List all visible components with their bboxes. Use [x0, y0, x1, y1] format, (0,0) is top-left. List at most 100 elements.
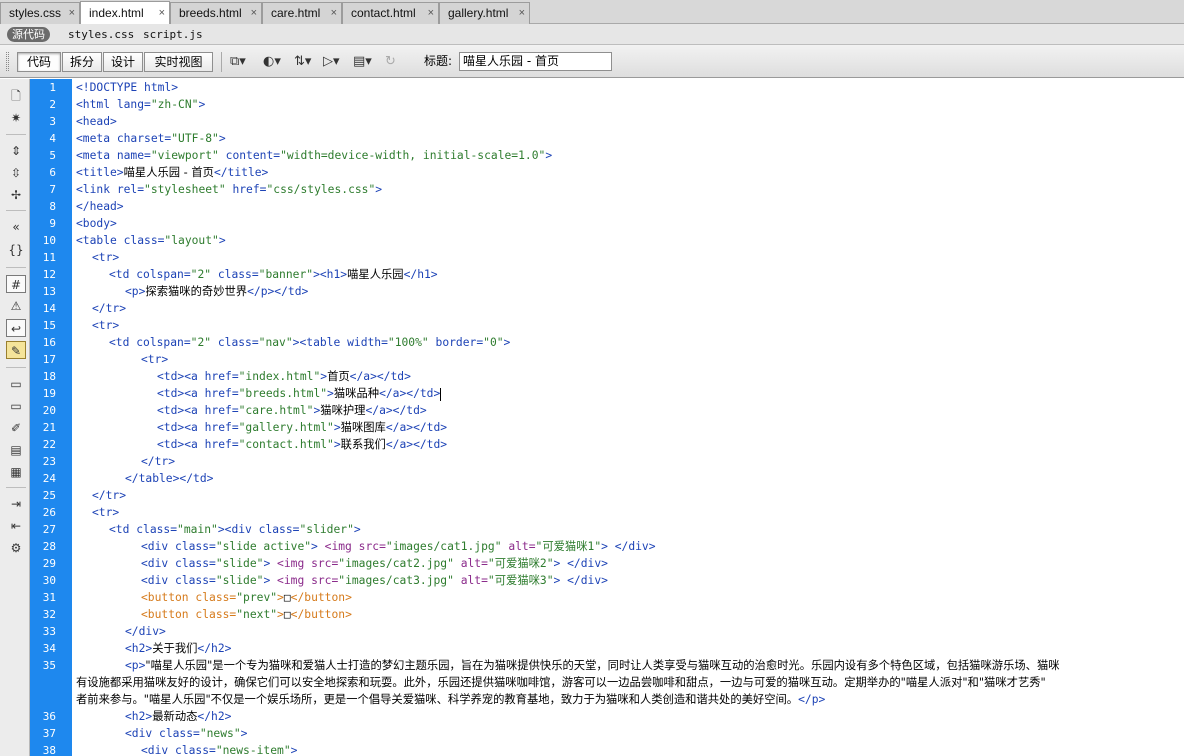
coding-toolbar: 🗋 ✷ ⇕ ⇳ ✢ « {} # ⚠ ↩ ✎ ▭ ▭ ✐ ▤ ▦ ⇥ ⇤ ⚙: [0, 79, 30, 756]
close-icon[interactable]: ×: [69, 3, 75, 23]
toolbar-separator: [221, 52, 222, 72]
expand-all-icon[interactable]: ✢: [6, 186, 26, 204]
format-source-icon[interactable]: ⚙: [6, 539, 26, 557]
line-number: 3: [49, 115, 56, 128]
line-number: 29: [42, 557, 56, 570]
code-editor[interactable]: <!DOCTYPE html> <html lang="zh-CN"> <hea…: [72, 79, 1184, 756]
code-line: </div>: [125, 625, 166, 638]
code-line: <title>喵星人乐园 - 首页</title>: [76, 166, 269, 179]
outdent-code-icon[interactable]: ⇤: [6, 517, 26, 535]
close-icon[interactable]: ×: [331, 3, 337, 23]
line-number: 21: [42, 421, 56, 434]
code-line: <body>: [76, 217, 117, 230]
line-number: 8: [49, 200, 56, 213]
recent-snippets-icon[interactable]: ▤: [6, 441, 26, 459]
related-file-script-js[interactable]: script.js: [143, 27, 203, 42]
document-toolbar: 代码 拆分 设计 实时视图 ⧉▾ ◐▾ ⇅▾ ▷▾ ▤▾ ↻ 标题: 喵星人乐园…: [0, 45, 1184, 78]
line-number: 30: [42, 574, 56, 587]
tab-label: breeds.html: [179, 6, 242, 20]
indent-code-icon[interactable]: ⇥: [6, 495, 26, 513]
tab-care-html[interactable]: care.html ×: [262, 2, 342, 24]
wrap-tag-icon[interactable]: ✐: [6, 419, 26, 437]
line-number: 23: [42, 455, 56, 468]
tab-gallery-html[interactable]: gallery.html ×: [439, 2, 530, 24]
line-number: 2: [49, 98, 56, 111]
code-line: <table class="layout">: [76, 234, 226, 247]
line-number: 22: [42, 438, 56, 451]
tab-index-html[interactable]: index.html ×: [80, 1, 170, 24]
design-view-button[interactable]: 设计: [103, 52, 143, 72]
code-line: </tr>: [141, 455, 176, 468]
collapse-full-tag-icon[interactable]: ⇕: [6, 142, 26, 160]
file-management-icon[interactable]: ⇅▾: [294, 53, 320, 71]
syntax-coloring-icon[interactable]: ✎: [6, 341, 26, 359]
line-number: 17: [42, 353, 56, 366]
live-view-button[interactable]: 实时视图: [144, 52, 213, 72]
split-view-button[interactable]: 拆分: [62, 52, 102, 72]
code-line: <p>探索猫咪的奇妙世界</p></td>: [125, 285, 309, 298]
remove-comment-icon[interactable]: ▭: [6, 397, 26, 415]
related-file-styles-css[interactable]: styles.css: [68, 27, 134, 42]
close-icon[interactable]: ×: [519, 3, 525, 23]
code-line: <td><a href="gallery.html">猫咪图库</a></td>: [157, 421, 448, 434]
code-line-wrapped: 者前来参与。"喵星人乐园"不仅是一个娱乐场所，更是一个倡导关爱猫咪、科学养宠的教…: [76, 693, 826, 706]
code-line: <div class="news">: [125, 727, 248, 740]
related-files-bar: 源代码 styles.css script.js: [0, 24, 1184, 45]
code-line: <link rel="stylesheet" href="css/styles.…: [76, 183, 383, 196]
move-css-icon[interactable]: ▦: [6, 463, 26, 481]
code-view-button[interactable]: 代码: [17, 52, 61, 72]
line-number: 12: [42, 268, 56, 281]
line-number: 36: [42, 710, 56, 723]
close-icon[interactable]: ×: [159, 2, 165, 24]
close-icon[interactable]: ×: [428, 3, 434, 23]
multiscreen-icon[interactable]: ⧉▾: [230, 53, 256, 71]
document-title-input[interactable]: 喵星人乐园 - 首页: [459, 52, 612, 71]
code-line: <div class="slide active"> <img src="ima…: [141, 540, 656, 553]
balance-braces-icon[interactable]: {}: [6, 241, 26, 259]
line-number: 5: [49, 149, 56, 162]
show-code-navigator-icon[interactable]: ✷: [6, 109, 26, 127]
validate-markup-icon[interactable]: ▷▾: [323, 53, 349, 71]
line-number: 10: [42, 234, 56, 247]
code-line: <td class="main"><div class="slider">: [109, 523, 361, 536]
refresh-icon[interactable]: ↻: [385, 53, 411, 71]
line-number: 19: [42, 387, 56, 400]
line-number: 25: [42, 489, 56, 502]
select-parent-tag-icon[interactable]: «: [6, 218, 26, 236]
line-number: 26: [42, 506, 56, 519]
line-number: 31: [42, 591, 56, 604]
line-number: 35: [42, 659, 56, 672]
code-line: <meta name="viewport" content="width=dev…: [76, 149, 553, 162]
line-number: 7: [49, 183, 56, 196]
preview-browser-icon[interactable]: ◐▾: [263, 53, 289, 71]
apply-comment-icon[interactable]: ▭: [6, 375, 26, 393]
tab-label: index.html: [89, 6, 144, 20]
word-wrap-icon[interactable]: ↩: [6, 319, 26, 337]
tab-styles-css[interactable]: styles.css ×: [0, 2, 80, 24]
tab-breeds-html[interactable]: breeds.html ×: [170, 2, 262, 24]
line-number: 20: [42, 404, 56, 417]
text-cursor: [440, 387, 442, 401]
tab-contact-html[interactable]: contact.html ×: [342, 2, 439, 24]
code-line: <button class="next">□</button>: [141, 608, 352, 621]
code-line: <h2>最新动态</h2>: [125, 710, 232, 723]
line-number: 38: [42, 744, 56, 756]
line-numbers-icon[interactable]: #: [6, 275, 26, 293]
line-number-gutter[interactable]: 1 2 3 4 5 6 7 8 9 10 11 12 13 14 15 16 17 18 19 20 21 22 23 24 2…: [30, 79, 72, 756]
open-documents-icon[interactable]: 🗋: [6, 87, 26, 105]
visual-aids-icon[interactable]: ▤▾: [353, 53, 379, 71]
tab-label: styles.css: [9, 6, 62, 20]
line-number: 6: [49, 166, 56, 179]
line-number: 11: [42, 251, 56, 264]
close-icon[interactable]: ×: [251, 3, 257, 23]
line-number: 9: [49, 217, 56, 230]
toolbar-grip[interactable]: [6, 52, 9, 71]
collapse-selection-icon[interactable]: ⇳: [6, 164, 26, 182]
source-code-button[interactable]: 源代码: [7, 27, 50, 42]
code-line-wrapped: 有设施都采用猫咪友好的设计，确保它们可以安全地探索和玩耍。此外，乐园还提供猫咪咖…: [76, 676, 1046, 689]
line-number: 33: [42, 625, 56, 638]
code-line: <td><a href="index.html">首页</a></td>: [157, 370, 411, 383]
highlight-invalid-code-icon[interactable]: ⚠: [6, 297, 26, 315]
code-line: <td colspan="2" class="nav"><table width…: [109, 336, 511, 349]
code-line: <html lang="zh-CN">: [76, 98, 206, 111]
